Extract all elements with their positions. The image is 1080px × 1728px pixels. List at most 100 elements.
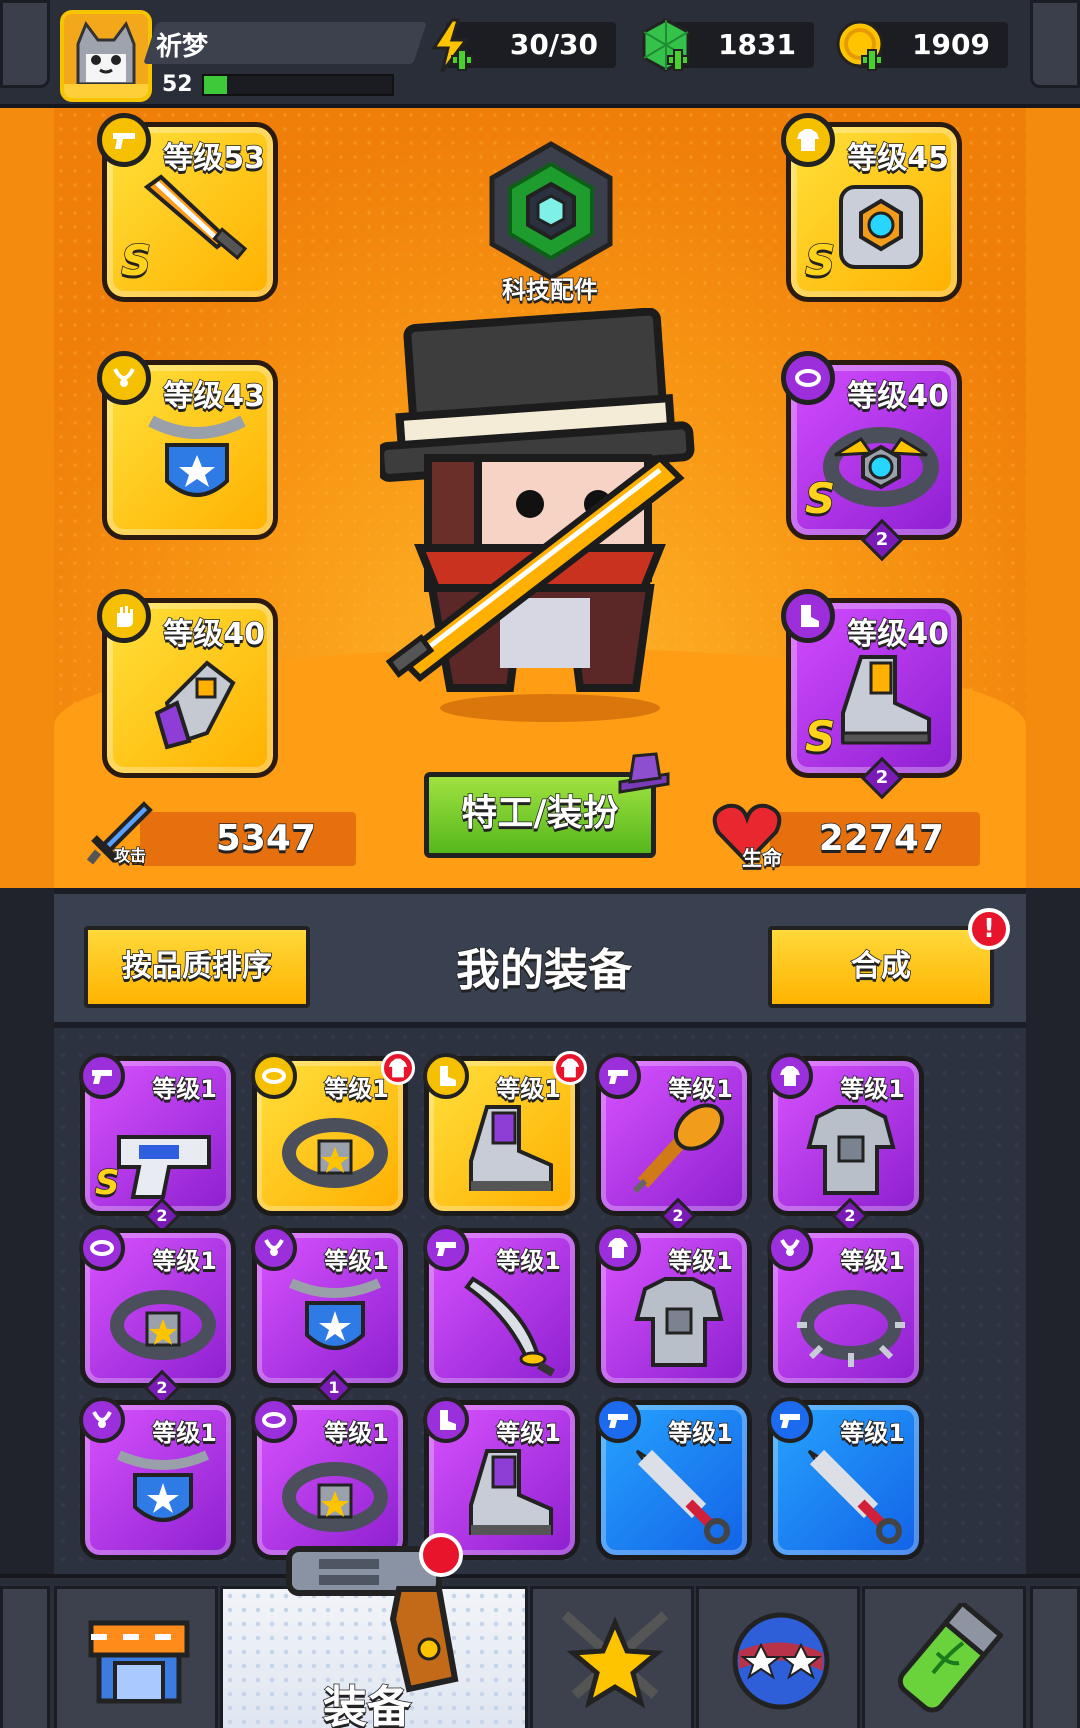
right-edge-tab[interactable]: [1030, 0, 1080, 88]
gun-icon: [117, 1135, 211, 1199]
nav-battle[interactable]: [530, 1586, 694, 1728]
nav-edge-right: [1030, 1586, 1080, 1728]
nav-edge-left: [0, 1586, 50, 1728]
item-type-icon: [608, 1414, 628, 1428]
xp-fill: [204, 76, 227, 94]
item-type-icon: [92, 1411, 112, 1428]
item-type-icon: [262, 1412, 286, 1428]
equip-slot-necklace[interactable]: 等级43: [97, 351, 278, 540]
item-type-icon: [608, 1238, 628, 1258]
coin-counter[interactable]: 1909: [836, 20, 1008, 71]
gem-icon: [642, 18, 690, 72]
item-type-badge: [767, 1225, 813, 1271]
agent-character[interactable]: [380, 308, 720, 728]
hand-type-icon: [117, 606, 133, 627]
kunai-icon: [807, 1449, 902, 1544]
shield-necklace-icon: [288, 1278, 382, 1350]
gloves-type-badge: [97, 589, 151, 643]
item-type-badge: [767, 1053, 813, 1099]
gun-type-icon: [113, 133, 135, 149]
inventory-item[interactable]: 等级1: [251, 1051, 415, 1216]
lightning-icon: [431, 18, 473, 73]
spiked-collar-icon: [797, 1290, 905, 1367]
equip-slot-weapon[interactable]: 等级53 S: [97, 113, 278, 302]
shop-icon: [88, 1620, 190, 1704]
attack-stat: 5347: [140, 812, 356, 866]
item-type-icon: [90, 1240, 114, 1256]
item-type-badge: [595, 1225, 641, 1271]
belt-icon: [110, 1290, 216, 1360]
inventory-item[interactable]: 等级1 2: [79, 1225, 236, 1407]
new-item-badge: [553, 1051, 587, 1085]
inventory-item[interactable]: 等级1: [423, 1051, 587, 1216]
inventory-item[interactable]: 等级1: [767, 1397, 924, 1560]
equipment-header: 按品质排序 我的装备 合成 !: [54, 888, 1026, 1028]
rank-letter: S: [804, 473, 836, 524]
bottom-nav: 装备: [0, 1533, 1080, 1728]
dna-capsule-icon: [897, 1603, 1003, 1713]
gem-counter[interactable]: 1831: [642, 18, 814, 72]
belt-type-icon: [795, 369, 821, 387]
inventory-item[interactable]: 等级1 S 2: [79, 1053, 236, 1235]
hp-value: 22747: [818, 817, 945, 860]
nav-equipment[interactable]: 装备: [220, 1533, 528, 1728]
energy-value: 30/30: [509, 28, 598, 61]
sort-quality-button[interactable]: 按品质排序: [84, 926, 310, 1008]
rank-letter: S: [804, 235, 836, 286]
armor-icon: [806, 1105, 896, 1195]
attack-value: 5347: [215, 817, 317, 860]
inventory-item[interactable]: 等级1: [595, 1225, 752, 1388]
merge-button[interactable]: 合成: [768, 926, 994, 1008]
left-edge-tab[interactable]: [0, 0, 50, 88]
nav-shop[interactable]: [54, 1586, 218, 1728]
item-type-badge: [423, 1397, 469, 1443]
shield-necklace-icon: [148, 415, 246, 497]
merge-alert-badge: !: [968, 908, 1010, 950]
new-item-badge: [381, 1051, 415, 1085]
item-type-badge: [595, 1053, 641, 1099]
top-bar: 祈梦 52 30/30 1831 1909: [0, 0, 1080, 108]
item-type-icon: [440, 1066, 456, 1086]
equip-slot-gloves[interactable]: 等级40: [97, 589, 278, 778]
equip-slot-belt[interactable]: 等级40 S 2: [781, 351, 962, 562]
item-type-badge: [423, 1053, 469, 1099]
nav-world[interactable]: [696, 1586, 860, 1728]
item-type-badge: [79, 1053, 125, 1099]
item-type-badge: [79, 1225, 125, 1271]
inventory-item[interactable]: 等级1: [79, 1397, 236, 1560]
item-type-icon: [92, 1070, 112, 1084]
necklace-type-icon: [113, 368, 135, 387]
mace-icon: [632, 1103, 725, 1194]
equipment-grid: 等级1 S 2 等级1 等级1 等级1 2 等级1 2 等级1 2 等级1 1 等级1 等级1 等级1 等级1 等…: [54, 1028, 1026, 1574]
item-type-badge: [595, 1397, 641, 1443]
item-type-icon: [780, 1239, 800, 1256]
equip-slot-boots[interactable]: 等级40 S 2: [781, 589, 962, 800]
inventory-item[interactable]: 等级1: [423, 1225, 580, 1388]
inventory-item[interactable]: 等级1 1: [251, 1225, 408, 1407]
inventory-item[interactable]: 等级1 2: [595, 1053, 752, 1235]
boot-icon: [841, 655, 931, 745]
belt-icon: [823, 427, 939, 507]
item-type-badge: [767, 1397, 813, 1443]
item-type-icon: [608, 1070, 628, 1084]
inventory-item[interactable]: 等级1 2: [767, 1053, 924, 1235]
armor-icon: [839, 185, 923, 269]
equip-slot-armor[interactable]: 等级45 S: [781, 113, 962, 302]
player-avatar[interactable]: [60, 10, 152, 102]
inventory-item[interactable]: 等级1: [767, 1225, 924, 1388]
item-type-icon: [780, 1414, 800, 1428]
item-type-icon: [780, 1066, 800, 1086]
star-swords-icon: [561, 1611, 669, 1709]
energy-counter[interactable]: 30/30: [431, 18, 616, 73]
tech-part-icon[interactable]: [484, 140, 618, 280]
my-equipment-title: 我的装备: [455, 944, 633, 997]
item-type-badge: [79, 1397, 125, 1443]
xp-bar: [202, 74, 394, 96]
inventory-item[interactable]: 等级1: [595, 1397, 752, 1560]
coin-value: 1909: [912, 28, 990, 61]
shirt-type-icon: [797, 129, 819, 151]
nav-equipment-label: 装备: [322, 1681, 412, 1728]
item-type-badge: [423, 1225, 469, 1271]
armor-icon: [634, 1277, 724, 1367]
nav-genes[interactable]: [862, 1586, 1026, 1728]
